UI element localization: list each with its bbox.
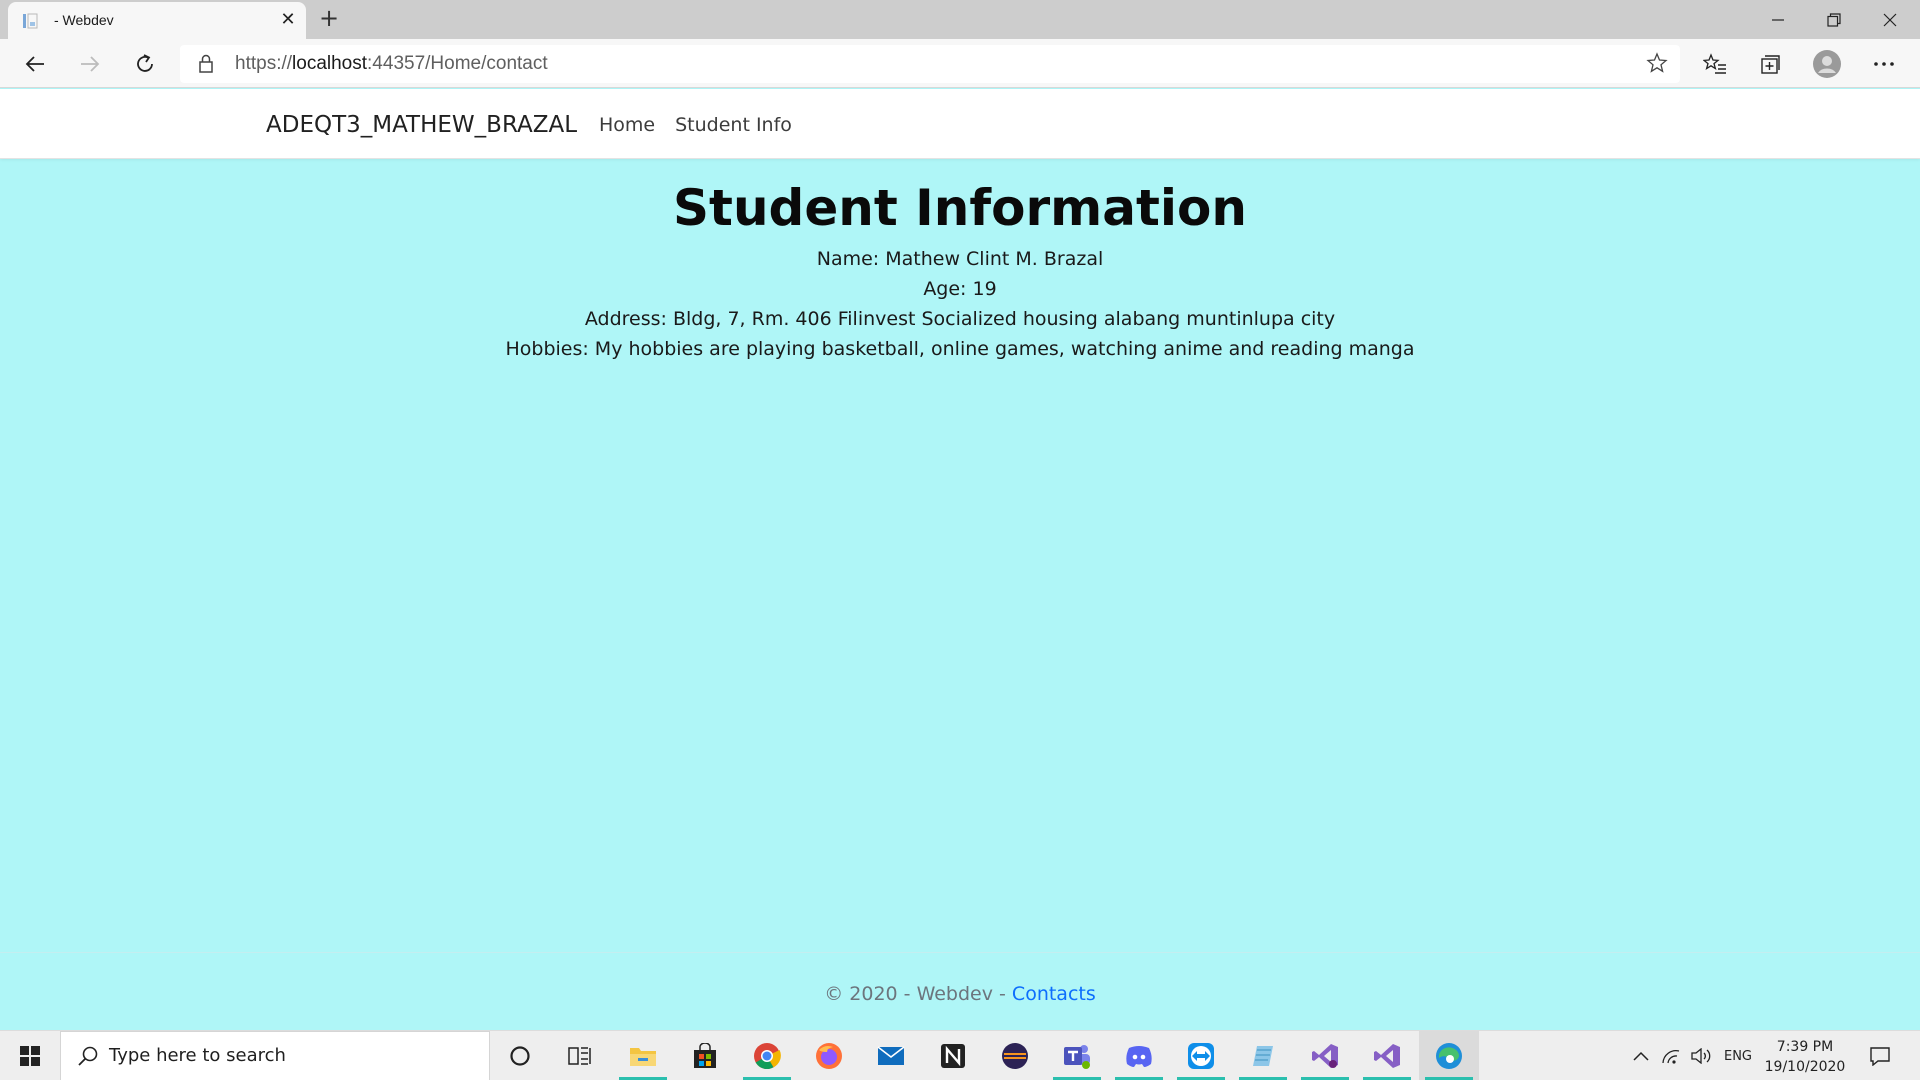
close-tab-icon[interactable]: ✕: [278, 10, 298, 30]
language-indicator[interactable]: ENG: [1718, 1031, 1758, 1080]
student-address: Address: Bldg, 7, Rm. 406 Filinvest Soci…: [584, 308, 1336, 330]
store-icon[interactable]: [675, 1031, 735, 1080]
student-hobbies: Hobbies: My hobbies are playing basketba…: [505, 338, 1415, 360]
url-text: https://localhost:44357/Home/contact: [235, 53, 548, 75]
footer-contacts-link[interactable]: Contacts: [1012, 983, 1096, 1005]
browser-tab[interactable]: - Webdev ✕: [8, 2, 306, 39]
taskbar-search-box[interactable]: Type here to search: [60, 1031, 490, 1080]
page-favicon-icon: [23, 13, 38, 29]
taskbar-clock[interactable]: 7:39 PM 19/10/2020: [1760, 1037, 1850, 1077]
eclipse-icon[interactable]: [985, 1031, 1045, 1080]
notepad-icon[interactable]: [1233, 1031, 1293, 1080]
favorites-button[interactable]: [1697, 47, 1733, 81]
nav-link-student-info[interactable]: Student Info: [675, 114, 792, 136]
refresh-button[interactable]: [127, 47, 163, 81]
visual-studio-icon[interactable]: [1357, 1031, 1417, 1080]
address-bar[interactable]: https://localhost:44357/Home/contact: [180, 45, 1680, 83]
footer-divider: [0, 952, 1920, 953]
favorite-star-icon[interactable]: [1646, 52, 1668, 74]
close-window-button[interactable]: [1862, 0, 1918, 39]
windows-taskbar: Type here to search ENG 7:39 PM 19/10/20…: [0, 1030, 1920, 1080]
arrow-left-icon: [25, 56, 44, 72]
edge-icon[interactable]: [1419, 1031, 1479, 1080]
student-age: Age: 19: [923, 278, 997, 300]
site-brand-link[interactable]: ADEQT3_MATHEW_BRAZAL: [266, 112, 577, 138]
minimize-icon: [1772, 18, 1784, 21]
restore-button[interactable]: [1806, 0, 1862, 39]
arrow-right-icon: [81, 56, 100, 72]
start-button[interactable]: [0, 1031, 60, 1080]
teams-icon[interactable]: [1047, 1031, 1107, 1080]
nav-link-home[interactable]: Home: [599, 114, 655, 136]
collections-icon: [1761, 55, 1780, 74]
more-options-icon: [1874, 62, 1894, 66]
discord-icon[interactable]: [1109, 1031, 1169, 1080]
lock-icon: [199, 54, 213, 73]
task-view-icon[interactable]: [550, 1031, 610, 1080]
file-explorer-icon[interactable]: [613, 1031, 673, 1080]
footer-copyright: © 2020 - Webdev -: [824, 983, 1012, 1005]
url-scheme: https://: [235, 53, 293, 74]
browser-toolbar: https://localhost:44357/Home/contact: [0, 39, 1920, 88]
forward-button[interactable]: [72, 47, 108, 81]
avatar-icon: [1813, 50, 1841, 78]
site-navbar: ADEQT3_MATHEW_BRAZAL Home Student Info: [0, 89, 1920, 159]
student-name: Name: Mathew Clint M. Brazal: [816, 248, 1104, 270]
show-hidden-icons-chevron-icon[interactable]: [1628, 1031, 1654, 1080]
refresh-icon: [137, 54, 153, 72]
url-path: :44357/Home/contact: [367, 53, 548, 74]
profile-button[interactable]: [1809, 47, 1845, 81]
notifications-icon[interactable]: [1862, 1031, 1898, 1080]
teamviewer-icon[interactable]: [1171, 1031, 1231, 1080]
favorites-list-icon: [1703, 53, 1726, 74]
windows-logo-icon: [20, 1046, 40, 1066]
tab-title: - Webdev: [54, 12, 114, 28]
chrome-icon[interactable]: [737, 1031, 797, 1080]
site-footer: © 2020 - Webdev - Contacts: [0, 983, 1920, 1005]
close-icon: [1883, 13, 1897, 26]
browser-tab-strip: - Webdev ✕ +: [0, 0, 1920, 39]
network-icon[interactable]: [1658, 1031, 1684, 1080]
volume-icon[interactable]: [1688, 1031, 1714, 1080]
clock-date: 19/10/2020: [1764, 1059, 1846, 1075]
url-host: localhost: [292, 53, 368, 74]
page-title: Student Information: [673, 179, 1247, 237]
new-tab-button[interactable]: +: [316, 4, 342, 32]
mail-icon[interactable]: [861, 1031, 921, 1080]
site-nav: Home Student Info: [599, 114, 792, 136]
back-button[interactable]: [17, 47, 53, 81]
settings-menu-button[interactable]: [1866, 47, 1902, 81]
search-placeholder: Type here to search: [109, 1045, 286, 1066]
cortana-icon[interactable]: [490, 1031, 550, 1080]
firefox-icon[interactable]: [799, 1031, 859, 1080]
search-icon: [78, 1046, 98, 1066]
student-details: Name: Mathew Clint M. Brazal Age: 19 Add…: [0, 244, 1920, 364]
clock-time: 7:39 PM: [1776, 1039, 1834, 1055]
minimize-button[interactable]: [1750, 0, 1806, 39]
main-content: Student Information Name: Mathew Clint M…: [0, 159, 1920, 364]
notion-icon[interactable]: [923, 1031, 983, 1080]
restore-icon: [1827, 12, 1841, 27]
visual-studio-icon[interactable]: [1295, 1031, 1355, 1080]
collections-button[interactable]: [1752, 47, 1788, 81]
